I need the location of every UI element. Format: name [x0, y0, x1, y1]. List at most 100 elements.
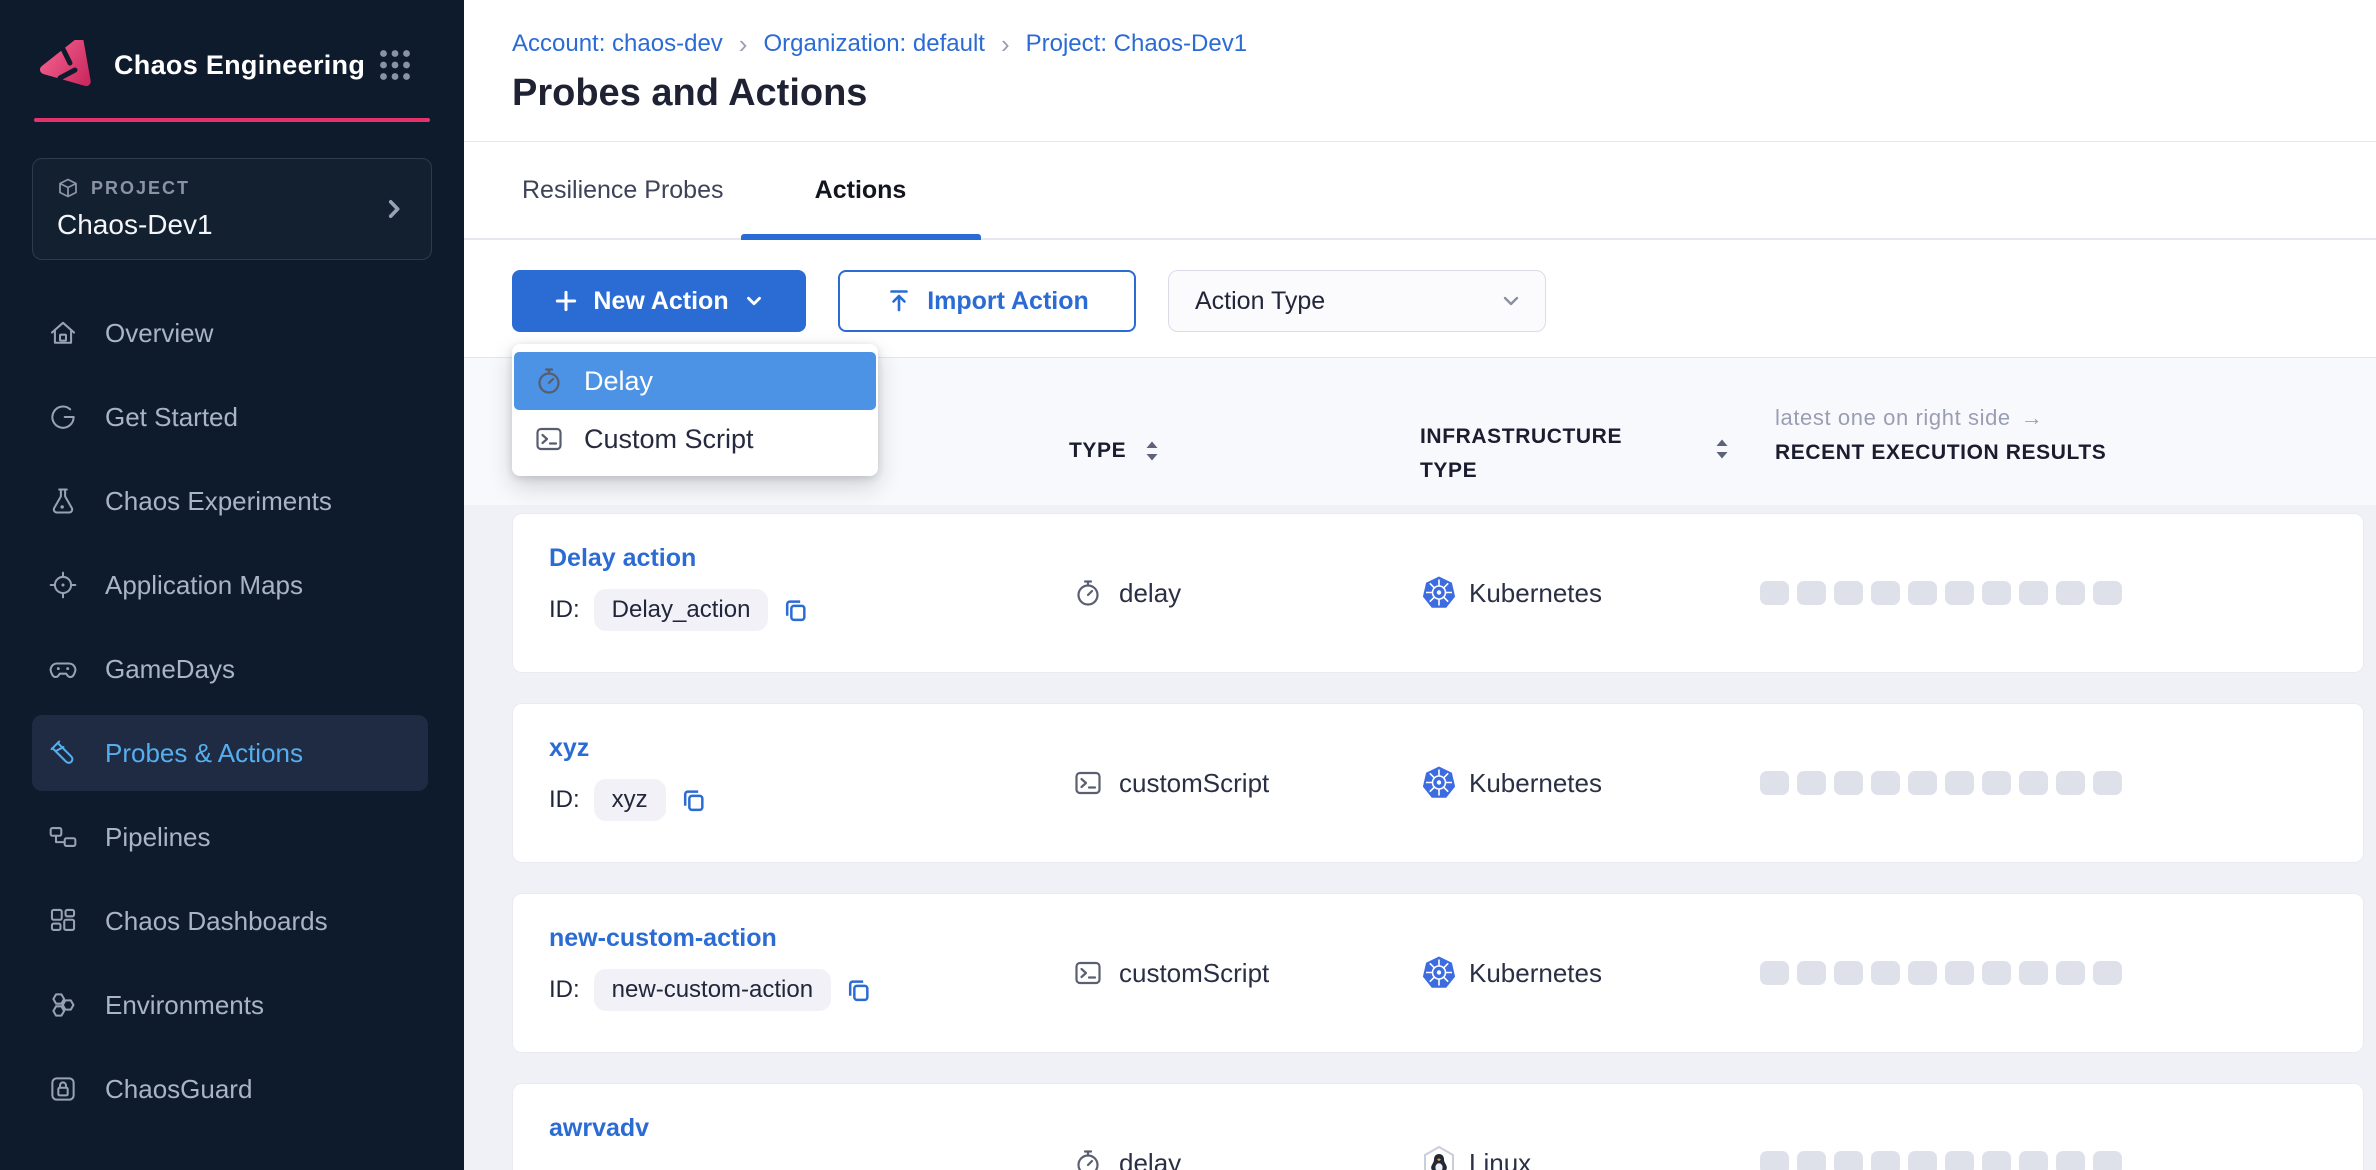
tab-actions[interactable]: Actions — [741, 142, 981, 238]
linux-icon — [1421, 1145, 1457, 1170]
execution-result-placeholder — [2056, 1151, 2085, 1170]
main-content: Account: chaos-dev › Organization: default… — [464, 0, 2376, 1170]
breadcrumb-link-project[interactable]: Project: Chaos-Dev1 — [1026, 30, 1247, 58]
execution-result-placeholder — [1871, 771, 1900, 795]
sidebar-item-probes-actions[interactable]: Probes & Actions — [32, 715, 428, 791]
action-name-link[interactable]: xyz — [549, 734, 589, 763]
execution-result-placeholder — [1760, 771, 1789, 795]
project-selector[interactable]: PROJECT Chaos-Dev1 — [32, 158, 432, 260]
sidebar-item-label: Application Maps — [105, 570, 303, 601]
page-header: Account: chaos-dev › Organization: default… — [464, 0, 2376, 142]
action-name-link[interactable]: new-custom-action — [549, 924, 777, 953]
import-action-label: Import Action — [927, 287, 1089, 316]
sidebar-item-environments[interactable]: Environments — [32, 963, 428, 1047]
infrastructure-type-cell: Kubernetes — [1421, 514, 1602, 672]
tab-resilience-probes[interactable]: Resilience Probes — [522, 176, 724, 205]
terminal-icon — [1073, 768, 1103, 798]
tab-bar: Resilience Probes Actions — [464, 142, 2376, 240]
home-icon — [46, 316, 80, 350]
sidebar-item-pipelines[interactable]: Pipelines — [32, 795, 428, 879]
infrastructure-type-cell: Linux — [1421, 1084, 1531, 1170]
arrow-right-icon: → — [2021, 405, 2044, 431]
execution-result-placeholder — [1760, 1151, 1789, 1170]
action-id-row: ID:new-custom-action — [549, 969, 872, 1011]
execution-result-placeholder — [2019, 1151, 2048, 1170]
execution-result-placeholder — [1797, 1151, 1826, 1170]
execution-result-placeholder — [1797, 771, 1826, 795]
action-id-value: Delay_action — [594, 589, 769, 631]
toolbar: New Action Import Action Action Type — [464, 240, 2376, 357]
dashboard-icon — [46, 904, 80, 938]
project-info: PROJECT Chaos-Dev1 — [57, 177, 381, 241]
import-action-button[interactable]: Import Action — [838, 270, 1136, 332]
sidebar-item-chaosguard[interactable]: ChaosGuard — [32, 1047, 428, 1131]
sort-icon[interactable] — [1142, 438, 1162, 464]
breadcrumb-link-account[interactable]: Account: chaos-dev — [512, 30, 723, 58]
copy-id-button[interactable] — [680, 787, 707, 814]
plus-icon — [553, 288, 579, 314]
action-type-cell: customScript — [1073, 704, 1269, 862]
infrastructure-type-value: Linux — [1469, 1148, 1531, 1170]
copy-id-button[interactable] — [782, 597, 809, 624]
action-row-new-custom-action: new-custom-action ID:new-custom-action cus… — [512, 893, 2364, 1053]
breadcrumb-link-organization[interactable]: Organization: default — [763, 30, 984, 58]
action-name-link[interactable]: awrvadv — [549, 1114, 649, 1143]
action-id-value: xyz — [594, 779, 666, 821]
sidebar-item-chaos-experiments[interactable]: Chaos Experiments — [32, 459, 428, 543]
copy-id-button[interactable] — [845, 977, 872, 1004]
execution-result-placeholder — [1982, 1151, 2011, 1170]
app-switcher-grid-icon[interactable] — [378, 48, 412, 82]
execution-result-placeholder — [2093, 581, 2122, 605]
menu-item-label: Delay — [584, 366, 653, 397]
get-started-icon — [46, 400, 80, 434]
chaos-engineering-logo-icon — [38, 40, 92, 90]
recent-execution-results-cell — [1760, 514, 2122, 672]
action-type-value: delay — [1119, 1148, 1181, 1170]
execution-result-placeholder — [1834, 1151, 1863, 1170]
sidebar-item-label: Environments — [105, 990, 264, 1021]
sidebar-item-chaos-dashboards[interactable]: Chaos Dashboards — [32, 879, 428, 963]
sidebar-header: Chaos Engineering — [0, 0, 464, 90]
execution-result-placeholder — [1834, 581, 1863, 605]
execution-result-placeholder — [1760, 961, 1789, 985]
actions-list: Delay action ID: Delay_actiondelay Kubernet… — [464, 505, 2376, 1170]
sidebar-item-overview[interactable]: Overview — [32, 291, 428, 375]
sidebar-item-label: Probes & Actions — [105, 738, 303, 769]
execution-result-placeholder — [1834, 771, 1863, 795]
sidebar-item-application-maps[interactable]: Application Maps — [32, 543, 428, 627]
terminal-icon — [534, 424, 564, 454]
execution-result-placeholder — [1797, 581, 1826, 605]
cube-icon — [57, 177, 79, 199]
action-name-cell: Delay action ID: Delay_action — [549, 544, 809, 631]
execution-result-placeholder — [2019, 581, 2048, 605]
action-type-filter[interactable]: Action Type — [1168, 270, 1546, 332]
execution-result-placeholder — [1908, 961, 1937, 985]
sidebar-nav: OverviewGet StartedChaos Experiments Appl… — [0, 291, 464, 1131]
menu-item-delay[interactable]: Delay — [514, 352, 876, 410]
sidebar-item-gamedays[interactable]: GameDays — [32, 627, 428, 711]
id-label: ID: — [549, 596, 580, 624]
execution-result-placeholder — [1908, 1151, 1937, 1170]
stopwatch-icon — [1073, 578, 1103, 608]
project-name: Chaos-Dev1 — [57, 209, 381, 241]
breadcrumb: Account: chaos-dev › Organization: default… — [512, 30, 2376, 58]
new-action-button[interactable]: New Action — [512, 270, 806, 332]
sidebar-item-get-started[interactable]: Get Started — [32, 375, 428, 459]
brand-divider — [34, 118, 430, 122]
hexagons-icon — [46, 988, 80, 1022]
execution-result-placeholder — [1871, 1151, 1900, 1170]
action-type-cell: customScript — [1073, 894, 1269, 1052]
execution-result-placeholder — [1908, 581, 1937, 605]
kubernetes-icon — [1421, 575, 1457, 611]
action-type-value: customScript — [1119, 768, 1269, 799]
execution-result-placeholder — [1871, 581, 1900, 605]
sort-icon[interactable] — [1712, 436, 1732, 462]
action-name-cell: new-custom-action ID:new-custom-action — [549, 924, 872, 1011]
breadcrumb-separator: › — [1001, 32, 1010, 56]
sidebar: Chaos Engineering PROJECT Chaos-Dev1 — [0, 0, 464, 1170]
new-action-label: New Action — [593, 287, 728, 316]
action-row-xyz: xyzID:xyzcustomScriptKubernetes — [512, 703, 2364, 863]
execution-result-placeholder — [1945, 581, 1974, 605]
action-name-link[interactable]: Delay action — [549, 544, 696, 573]
menu-item-custom-script[interactable]: Custom Script — [514, 410, 876, 468]
